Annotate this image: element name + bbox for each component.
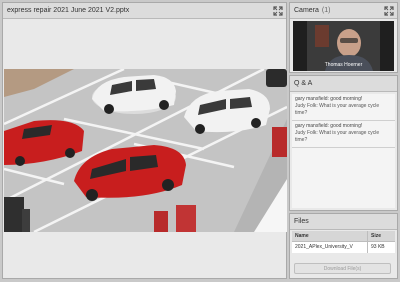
camera-count: (1) — [321, 7, 331, 14]
column-header-name[interactable]: Name — [292, 231, 367, 241]
file-row[interactable]: 2021_APlex_University_V 93 KB — [292, 242, 395, 253]
column-header-size[interactable]: Size — [367, 231, 395, 241]
files-pod: Files Name Size 2021_APlex_University_V … — [289, 213, 398, 279]
camera-pod-header: Camera (1) — [290, 3, 397, 19]
qa-pod-title: Q & A — [294, 80, 313, 87]
qa-answer: Judy Folk: What is your average cycle ti… — [295, 130, 380, 143]
file-name: 2021_APlex_University_V — [295, 244, 353, 250]
slide-image — [4, 69, 287, 232]
file-size: 93 KB — [367, 242, 395, 253]
camera-pod-title: Camera — [294, 7, 319, 14]
camera-pod: Camera (1) Thomas Hoerner — [289, 2, 398, 73]
expand-arrows-icon[interactable] — [273, 6, 283, 16]
files-pod-header: Files — [290, 214, 397, 230]
share-pod-header: express repair 2021 June 2021 V2.pptx — [3, 3, 286, 19]
qa-item[interactable]: gary mansfield: good morning! Judy Folk:… — [292, 121, 395, 148]
camera-video: Thomas Hoerner — [293, 21, 394, 71]
qa-question: gary mansfield: good morning! — [295, 96, 363, 102]
files-table: Name Size 2021_APlex_University_V 93 KB — [292, 231, 395, 253]
download-files-button[interactable]: Download File(s) — [294, 263, 391, 274]
expand-arrows-icon[interactable] — [384, 6, 394, 16]
qa-pod: Q & A gary mansfield: good morning! Judy… — [289, 75, 398, 211]
share-pod-title: express repair 2021 June 2021 V2.pptx — [7, 7, 130, 14]
camera-participant-name: Thomas Hoerner — [324, 62, 363, 68]
files-table-header: Name Size — [292, 231, 395, 242]
files-pod-title: Files — [294, 218, 309, 225]
qa-question: gary mansfield: good morning! — [295, 123, 363, 129]
qa-pod-header: Q & A — [290, 76, 397, 92]
qa-list[interactable]: gary mansfield: good morning! Judy Folk:… — [292, 94, 395, 208]
qa-item[interactable]: gary mansfield: good morning! Judy Folk:… — [292, 94, 395, 121]
qa-answer: Judy Folk: What is your average cycle ti… — [295, 103, 380, 116]
share-pod: express repair 2021 June 2021 V2.pptx — [2, 2, 287, 279]
